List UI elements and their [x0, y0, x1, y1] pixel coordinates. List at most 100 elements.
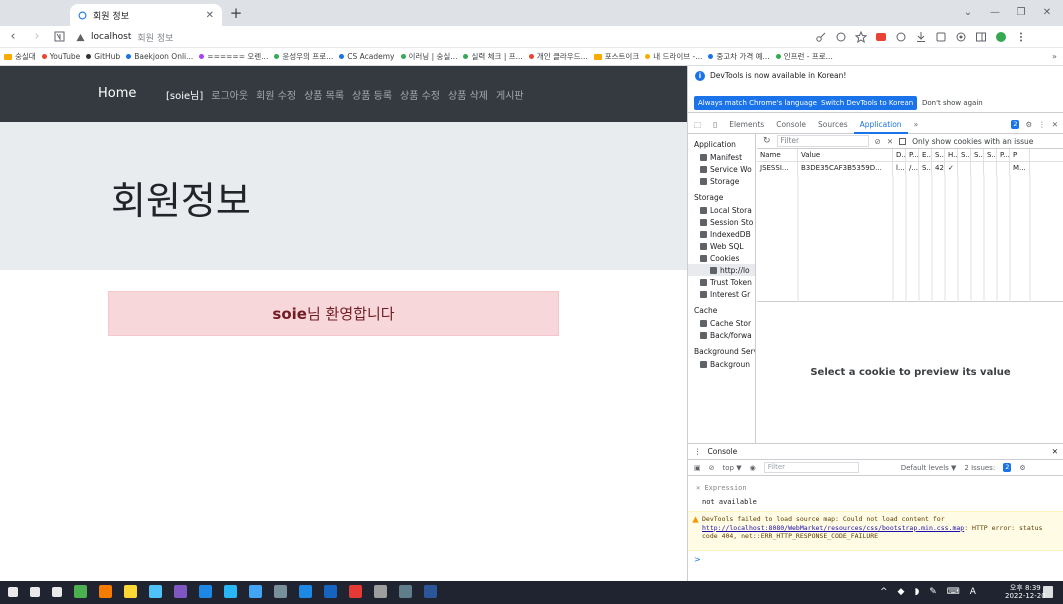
sidebar-item-storage[interactable]: Cookies: [688, 252, 755, 264]
sidebar-item-storage[interactable]: Local Stora: [688, 204, 755, 216]
sidebar-item-storage[interactable]: Web SQL: [688, 240, 755, 252]
download-icon[interactable]: [915, 31, 927, 43]
taskbar-app-icon[interactable]: [99, 585, 112, 598]
share-icon[interactable]: [835, 31, 847, 43]
bookmark-item[interactable]: 내 드라이브 -...: [645, 51, 702, 62]
nav-link[interactable]: 회원 수정: [256, 87, 296, 102]
taskbar-app-icon[interactable]: [224, 585, 237, 598]
sidebar-item-application[interactable]: Storage: [688, 175, 755, 187]
cookie-filter-input[interactable]: Filter: [776, 135, 869, 147]
taskbar-app-icon[interactable]: [374, 585, 387, 598]
bookmark-item[interactable]: 윤성우의 프로...: [274, 51, 333, 62]
key-icon[interactable]: [815, 31, 827, 43]
sidebar-item-cache[interactable]: Back/forwa: [688, 329, 755, 341]
taskbar-search-icon[interactable]: [30, 586, 40, 597]
nav-link[interactable]: 상품 목록: [304, 87, 344, 102]
taskbar-app-icon[interactable]: [349, 585, 362, 598]
minimize-button[interactable]: —: [985, 4, 1005, 22]
issues-count-badge[interactable]: 2: [1011, 120, 1020, 129]
live-expression-label[interactable]: Expression: [704, 484, 746, 492]
sidebar-item-cache[interactable]: Cache Stor: [688, 317, 755, 329]
nav-user-link[interactable]: [soie님]: [166, 87, 203, 102]
context-selector[interactable]: top ▼: [723, 464, 742, 472]
console-filter-input[interactable]: Filter: [763, 462, 859, 473]
sidebar-item-storage[interactable]: Interest Gr: [688, 288, 755, 300]
column-header[interactable]: E...: [919, 149, 932, 161]
console-settings-icon[interactable]: ⚙: [1019, 464, 1025, 472]
reader-icon[interactable]: [54, 29, 68, 45]
nav-link[interactable]: 게시판: [496, 87, 524, 102]
taskbar-app-icon[interactable]: [299, 585, 312, 598]
tab-elements[interactable]: Elements: [723, 116, 770, 134]
close-window-button[interactable]: ✕: [1037, 4, 1057, 22]
bookmark-item[interactable]: CS Academy: [339, 52, 395, 61]
close-drawer-icon[interactable]: ✕: [1052, 447, 1063, 456]
close-tab-icon[interactable]: ✕: [206, 10, 214, 21]
taskbar-app-icon[interactable]: [174, 585, 187, 598]
column-header[interactable]: S...: [984, 149, 997, 161]
delete-cookie-icon[interactable]: ✕: [887, 137, 893, 146]
refresh-icon[interactable]: ↻: [763, 136, 771, 146]
column-header[interactable]: Name: [757, 149, 798, 161]
column-header[interactable]: S...: [932, 149, 945, 161]
column-header[interactable]: S...: [958, 149, 971, 161]
column-header[interactable]: P: [1010, 149, 1030, 161]
taskbar-app-icon[interactable]: [149, 585, 162, 598]
sidebar-item-storage[interactable]: Session Sto: [688, 216, 755, 228]
always-match-language-button[interactable]: Always match Chrome's language: [694, 96, 821, 110]
column-header[interactable]: P...: [997, 149, 1010, 161]
tray-network-icon[interactable]: ◆: [898, 587, 905, 597]
sourcemap-link[interactable]: http://localhost:8080/WebMarket/resource…: [702, 524, 964, 532]
taskbar-app-icon[interactable]: [274, 585, 287, 598]
taskbar-app-icon[interactable]: [74, 585, 87, 598]
sidebar-item-storage[interactable]: Trust Token: [688, 276, 755, 288]
address-bar[interactable]: localhost 회원 정보: [76, 29, 596, 45]
column-header[interactable]: D...: [893, 149, 906, 161]
bookmark-item[interactable]: 실력 체크 | 프...: [463, 51, 523, 62]
column-header[interactable]: S...: [971, 149, 984, 161]
device-toolbar-icon[interactable]: ▯: [707, 116, 723, 134]
extension-puzzle-icon[interactable]: [935, 31, 947, 43]
close-devtools-icon[interactable]: ✕: [1052, 120, 1058, 129]
restore-button[interactable]: ❐: [1011, 4, 1031, 22]
taskbar-app-icon[interactable]: [424, 585, 437, 598]
drawer-menu-icon[interactable]: ⋮: [694, 447, 702, 456]
tray-pen-icon[interactable]: ✎: [929, 587, 937, 597]
bookmark-item[interactable]: GitHub: [86, 52, 120, 61]
live-expression-eye-icon[interactable]: ◉: [750, 464, 756, 472]
console-prompt[interactable]: >: [694, 555, 701, 564]
inactive-tab[interactable]: [8, 6, 66, 22]
log-levels-dropdown[interactable]: Default levels ▼: [901, 464, 957, 472]
tray-keyboard-icon[interactable]: ⌨: [947, 587, 960, 597]
taskbar-app-icon[interactable]: [199, 585, 212, 598]
inspect-element-icon[interactable]: ⬚: [688, 116, 707, 134]
nav-link[interactable]: 상품 수정: [400, 87, 440, 102]
only-issue-checkbox[interactable]: [899, 137, 907, 145]
clear-filtered-icon[interactable]: ⊘: [875, 137, 881, 146]
browser-menu-icon[interactable]: [1015, 31, 1027, 43]
tab-application[interactable]: Application: [853, 116, 908, 134]
bookmark-item[interactable]: ====== 오렌...: [199, 51, 268, 62]
column-header[interactable]: P...: [906, 149, 919, 161]
tab-sources[interactable]: Sources: [812, 116, 854, 134]
column-header[interactable]: Value: [798, 149, 893, 161]
bookmark-item[interactable]: 개인 클라우드...: [528, 51, 588, 62]
more-bookmarks-icon[interactable]: »: [1052, 52, 1057, 61]
settings-gear-icon[interactable]: ⚙: [1025, 120, 1032, 129]
nav-home-link[interactable]: Home: [98, 86, 136, 101]
sidebar-item-application[interactable]: Service Wo: [688, 163, 755, 175]
nav-link[interactable]: 상품 등록: [352, 87, 392, 102]
warning-triangle-icon[interactable]: [76, 33, 85, 42]
devtools-menu-icon[interactable]: ⋮: [1038, 120, 1046, 129]
sidebar-item-cookie-origin[interactable]: http://lo: [688, 264, 755, 276]
bookmark-item[interactable]: 이러닝 | 숭실...: [400, 51, 457, 62]
bookmark-item[interactable]: 포스트이크: [593, 51, 639, 62]
bookmark-item[interactable]: YouTube: [41, 52, 80, 61]
nav-link[interactable]: 로그아웃: [211, 87, 248, 102]
column-header[interactable]: H...: [945, 149, 958, 161]
forward-button[interactable]: ›: [30, 29, 44, 45]
ime-indicator[interactable]: A: [970, 587, 976, 597]
more-tabs-button[interactable]: »: [908, 116, 925, 134]
cookie-table-row[interactable]: JSESSI...B3DE35CAF3B5359D...l.../...S...…: [757, 162, 1063, 175]
task-view-icon[interactable]: [52, 586, 62, 597]
